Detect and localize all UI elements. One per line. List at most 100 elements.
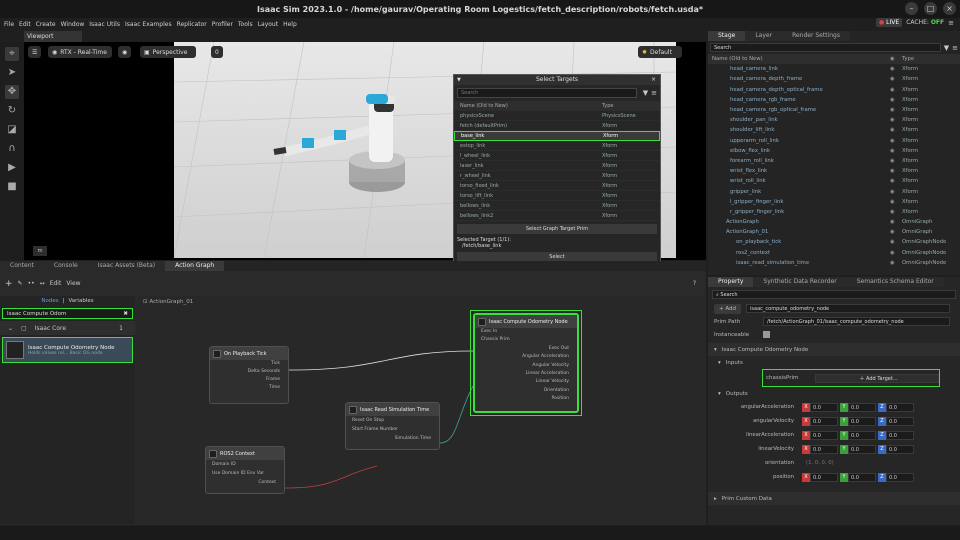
stage-row[interactable]: upperarm_roll_link ◉ Xform (708, 136, 960, 146)
tab-semantics-schema-editor[interactable]: Semantics Schema Editor (846, 277, 944, 287)
target-row[interactable]: l_wheel_link Xform (454, 151, 660, 161)
menu-tools[interactable]: Tools (238, 21, 253, 28)
vector-x-field[interactable]: 0.0 (810, 416, 838, 426)
target-search-input[interactable]: Search (457, 88, 637, 98)
clear-icon[interactable]: ✖ (123, 311, 128, 317)
play-icon[interactable]: ▶ (5, 161, 19, 175)
stage-row[interactable]: head_camera_depth_frame ◉ Xform (708, 74, 960, 84)
vector-y-field[interactable]: 0.0 (848, 416, 876, 426)
rotate-tool-icon[interactable]: ↻ (5, 104, 19, 118)
stage-row[interactable]: head_camera_rgb_frame ◉ Xform (708, 95, 960, 105)
stage-row[interactable]: head_camera_rgb_optical_frame ◉ Xform (708, 105, 960, 115)
stage-row[interactable]: shoulder_lift_link ◉ Xform (708, 125, 960, 135)
stop-icon[interactable]: ■ (5, 180, 19, 194)
chevron-down-icon[interactable]: ▾ (718, 391, 721, 397)
node-isaac-read-simulation-time[interactable]: Isaac Read Simulation Time Reset On Stop… (345, 402, 440, 450)
eye-icon[interactable]: ◉ (890, 250, 902, 256)
eye-icon[interactable]: ◉ (890, 158, 902, 164)
counter-button[interactable]: 0 (211, 46, 223, 58)
menu-edit[interactable]: Edit (19, 21, 31, 28)
stage-row[interactable]: gripper_link ◉ Xform (708, 186, 960, 196)
close-icon[interactable]: × (943, 2, 956, 15)
target-row[interactable]: base_link Xform (454, 131, 660, 141)
cache-status[interactable]: CACHE: OFF (906, 19, 944, 26)
target-row[interactable]: r_wheel_link Xform (454, 171, 660, 181)
eye-icon[interactable]: ◉ (890, 76, 902, 82)
eye-icon[interactable]: ◉ (890, 168, 902, 174)
node-on-playback-tick[interactable]: On Playback Tick Tick Delta Seconds Fram… (209, 346, 289, 404)
help-icon[interactable]: ? (693, 280, 696, 287)
tab-stage[interactable]: Stage (708, 31, 746, 41)
tab-property[interactable]: Property (708, 277, 754, 287)
menu-window[interactable]: Window (61, 21, 85, 28)
eye-icon[interactable]: ◉ (890, 107, 902, 113)
tab-isaac-assets[interactable]: Isaac Assets (Beta) (87, 261, 166, 271)
vector-y-field[interactable]: 0.0 (848, 402, 876, 412)
tab-synthetic-data-recorder[interactable]: Synthetic Data Recorder (753, 277, 847, 287)
eye-icon[interactable]: ◉ (890, 199, 902, 205)
tab-action-graph[interactable]: Action Graph (165, 261, 225, 271)
position-x-field[interactable]: 0.0 (810, 472, 838, 482)
pointer-tool-icon[interactable]: ➤ (5, 66, 19, 80)
stage-search-input[interactable]: Search (710, 43, 941, 52)
chevron-down-icon[interactable]: ▾ (714, 347, 717, 353)
stage-row[interactable]: ros2_context ◉ OmniGraphNode (708, 248, 960, 258)
eye-icon[interactable]: ◉ (890, 178, 902, 184)
stage-row[interactable]: wrist_roll_link ◉ Xform (708, 176, 960, 186)
menu-icon[interactable]: ≡ (948, 19, 954, 27)
maximize-icon[interactable]: □ (924, 2, 937, 15)
vector-x-field[interactable]: 0.0 (810, 444, 838, 454)
chevron-down-icon[interactable]: ▾ (718, 360, 721, 366)
stage-row[interactable]: wrist_flex_link ◉ Xform (708, 166, 960, 176)
options-icon[interactable]: ≡ (651, 89, 657, 97)
instanceable-checkbox[interactable] (763, 331, 770, 338)
tab-layer[interactable]: Layer (745, 31, 783, 41)
vector-z-field[interactable]: 0.0 (886, 416, 914, 426)
chevron-right-icon[interactable]: ▸ (714, 496, 717, 502)
add-target-button[interactable]: ＋ Add Target... (815, 373, 939, 383)
prim-path-field[interactable]: /fetch/ActionGraph_01/isaac_compute_odom… (763, 317, 950, 326)
node-search-input[interactable]: Isaac Compute Odom ✖ (2, 308, 133, 319)
close-icon[interactable]: × (651, 75, 656, 85)
collapse-icon[interactable]: •• (28, 280, 35, 287)
scale-tool-icon[interactable]: ◪ (5, 123, 19, 137)
node-result-item[interactable]: Isaac Compute Odometry Node Holds values… (2, 337, 133, 363)
property-search-input[interactable]: ⌕ Search (712, 290, 956, 299)
eye-icon[interactable]: ◉ (890, 219, 902, 225)
vector-z-field[interactable]: 0.0 (886, 430, 914, 440)
filter-icon[interactable]: ▼ (643, 89, 648, 97)
position-z-field[interactable]: 0.0 (886, 472, 914, 482)
eye-icon[interactable]: ◉ (890, 239, 902, 245)
move-tool-icon[interactable]: ✥ (5, 85, 19, 99)
eye-icon[interactable]: ◉ (890, 127, 902, 133)
filter-icon[interactable]: ▼ (944, 44, 949, 52)
position-y-field[interactable]: 0.0 (848, 472, 876, 482)
tab-variables[interactable]: Variables (68, 298, 93, 304)
visibility-button[interactable]: ◉ (118, 46, 132, 58)
expand-icon[interactable]: ↔ (40, 280, 45, 287)
eye-icon[interactable]: ◉ (890, 260, 902, 266)
select-graph-target-button[interactable]: Select Graph Target Prim (457, 224, 657, 234)
target-row[interactable]: bellows_link Xform (454, 201, 660, 211)
stage-row[interactable]: ActionGraph_01 ◉ OmniGraph (708, 227, 960, 237)
stage-row[interactable]: elbow_flex_link ◉ Xform (708, 146, 960, 156)
eye-icon[interactable]: ◉ (890, 97, 902, 103)
tab-console[interactable]: Console (43, 261, 88, 271)
stage-row[interactable]: on_playback_tick ◉ OmniGraphNode (708, 237, 960, 247)
stage-row[interactable]: l_gripper_finger_link ◉ Xform (708, 197, 960, 207)
select-tool-icon[interactable]: ⌖ (5, 47, 19, 61)
stage-row[interactable]: head_camera_depth_optical_frame ◉ Xform (708, 85, 960, 95)
eye-icon[interactable]: ◉ (890, 66, 902, 72)
edit-icon[interactable]: ✎ (18, 280, 23, 287)
stage-row[interactable]: ActionGraph ◉ OmniGraph (708, 217, 960, 227)
add-icon[interactable]: + (5, 279, 13, 289)
renderer-button[interactable]: ◉ RTX - Real-Time (48, 46, 112, 58)
stage-row[interactable]: shoulder_pan_link ◉ Xform (708, 115, 960, 125)
add-button[interactable]: + Add (714, 303, 742, 314)
target-row[interactable]: torso_lift_link Xform (454, 191, 660, 201)
menu-profiler[interactable]: Profiler (212, 21, 233, 28)
eye-icon[interactable]: ◉ (890, 148, 902, 154)
tab-nodes[interactable]: Nodes (41, 298, 58, 304)
category-row[interactable]: ⌄ ▢ Isaac Core 1 (0, 321, 135, 335)
menu-isaac-examples[interactable]: Isaac Examples (125, 21, 172, 28)
